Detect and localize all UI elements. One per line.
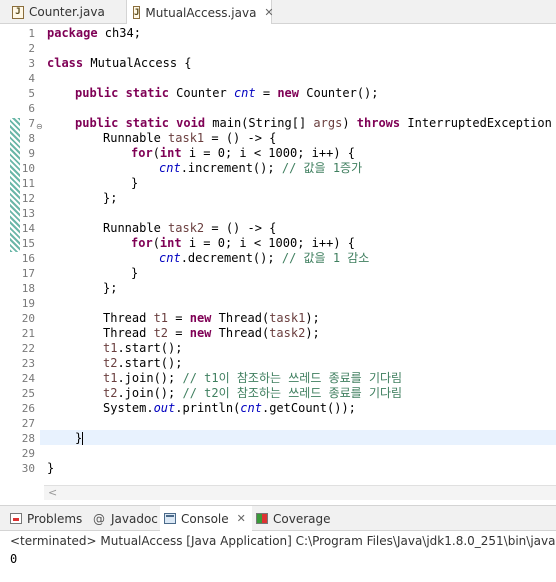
code-line-22: t1.start();	[103, 341, 183, 355]
tab-label: Problems	[27, 511, 83, 526]
code-line-1: package ch34;	[47, 26, 141, 40]
console-icon	[164, 513, 176, 524]
tab-javadoc[interactable]: @ Javadoc	[93, 506, 158, 531]
code-line-23: t2.start();	[103, 356, 183, 370]
line-number: 9	[28, 147, 35, 160]
line-number: 24	[21, 372, 35, 385]
code-line-9: for(int i = 0; i < 1000; i++) {	[131, 146, 355, 160]
code-line-28: }	[75, 431, 84, 445]
line-number: 15	[21, 237, 35, 250]
editor-tab-bar: J Counter.java J MutualAccess.java ✕	[0, 0, 556, 25]
code-line-3: class MutualAccess {	[47, 56, 192, 70]
line-number: 30	[21, 462, 35, 475]
code-line-8: Runnable task1 = () -> {	[103, 131, 277, 145]
line-number: 17	[21, 267, 35, 280]
tab-mutualaccess-java[interactable]: J MutualAccess.java ✕	[126, 0, 274, 25]
current-line-highlight	[40, 430, 556, 445]
tab-label: MutualAccess.java	[145, 5, 257, 20]
code-line-12: };	[103, 191, 118, 205]
tab-console[interactable]: Console ✕	[160, 506, 252, 531]
code-line-5: public static Counter cnt = new Counter(…	[75, 86, 379, 100]
line-number: 13	[21, 207, 35, 220]
at-icon: @	[93, 511, 105, 526]
fold-collapse-icon[interactable]: ⊖	[36, 122, 43, 131]
code-line-16: cnt.decrement(); // 값을 1 감소	[159, 251, 370, 265]
line-number: 22	[21, 342, 35, 355]
line-number: 7	[28, 117, 35, 130]
java-file-icon: J	[133, 6, 141, 19]
line-number: 29	[21, 447, 35, 460]
line-number: 16	[21, 252, 35, 265]
tab-label: Coverage	[273, 511, 331, 526]
tab-label: Console	[181, 511, 229, 526]
code-line-14: Runnable task2 = () -> {	[103, 221, 277, 235]
java-file-icon: J	[12, 5, 24, 19]
line-number: 20	[21, 312, 35, 325]
line-number: 25	[21, 387, 35, 400]
line-number: 6	[28, 102, 35, 115]
code-line-26: System.out.println(cnt.getCount());	[103, 401, 356, 415]
line-number: 12	[21, 192, 35, 205]
tab-counter-java[interactable]: J Counter.java	[0, 0, 122, 24]
line-number: 1	[28, 27, 35, 40]
line-number: 4	[28, 72, 35, 85]
tab-problems[interactable]: Problems	[10, 506, 82, 531]
code-line-18: };	[103, 281, 118, 295]
code-line-17: }	[131, 266, 139, 280]
code-line-15: for(int i = 0; i < 1000; i++) {	[131, 236, 355, 250]
close-icon[interactable]: ✕	[237, 512, 246, 525]
code-line-24: t1.join(); // t1이 참조하는 쓰레드 종료를 기다림	[103, 371, 403, 385]
line-number: 14	[21, 222, 35, 235]
line-number: 27	[21, 417, 35, 430]
code-line-20: Thread t1 = new Thread(task1);	[103, 311, 320, 325]
line-number: 28	[21, 432, 35, 445]
line-number-gutter: 1 2 3 4 5 6 7 8 9 10 11 12 13 14 15 16 17 18 19 20 21 22 23 24 2…	[0, 24, 40, 484]
console-status-line: <terminated> MutualAccess [Java Applicat…	[10, 534, 556, 548]
code-line-7: public static void main(String[] args) t…	[75, 116, 556, 130]
problems-icon	[10, 513, 22, 524]
line-number: 19	[21, 297, 35, 310]
console-output[interactable]: 0	[10, 551, 17, 567]
line-number: 21	[21, 327, 35, 340]
line-number: 11	[21, 177, 35, 190]
line-number: 8	[28, 132, 35, 145]
horizontal-scrollbar[interactable]: <	[44, 485, 556, 500]
line-number: 3	[28, 57, 35, 70]
tab-label: Javadoc	[111, 511, 158, 526]
line-number: 26	[21, 402, 35, 415]
tab-coverage[interactable]: Coverage	[256, 506, 331, 531]
code-line-25: t2.join(); // t2이 참조하는 쓰레드 종료를 기다림	[103, 386, 403, 400]
code-line-11: }	[131, 176, 139, 190]
line-number: 23	[21, 357, 35, 370]
close-icon[interactable]: ✕	[264, 6, 273, 19]
line-number: 10	[21, 162, 35, 175]
line-number: 18	[21, 282, 35, 295]
code-line-30: }	[47, 461, 55, 475]
bottom-panel-tab-bar: Problems @ Javadoc Console ✕ Coverage	[0, 505, 556, 531]
line-number: 5	[28, 87, 35, 100]
line-number: 2	[28, 42, 35, 55]
code-line-21: Thread t2 = new Thread(task2);	[103, 326, 320, 340]
code-line-10: cnt.increment(); // 값을 1증가	[159, 161, 363, 175]
text-caret	[82, 432, 84, 445]
code-editor[interactable]: 1 2 3 4 5 6 7 8 9 10 11 12 13 14 15 16 17 18 19 20 21 22 23 24 2…	[0, 24, 556, 502]
scroll-left-arrow-icon[interactable]: <	[48, 486, 57, 499]
coverage-icon	[256, 513, 268, 524]
tab-label: Counter.java	[29, 5, 105, 19]
